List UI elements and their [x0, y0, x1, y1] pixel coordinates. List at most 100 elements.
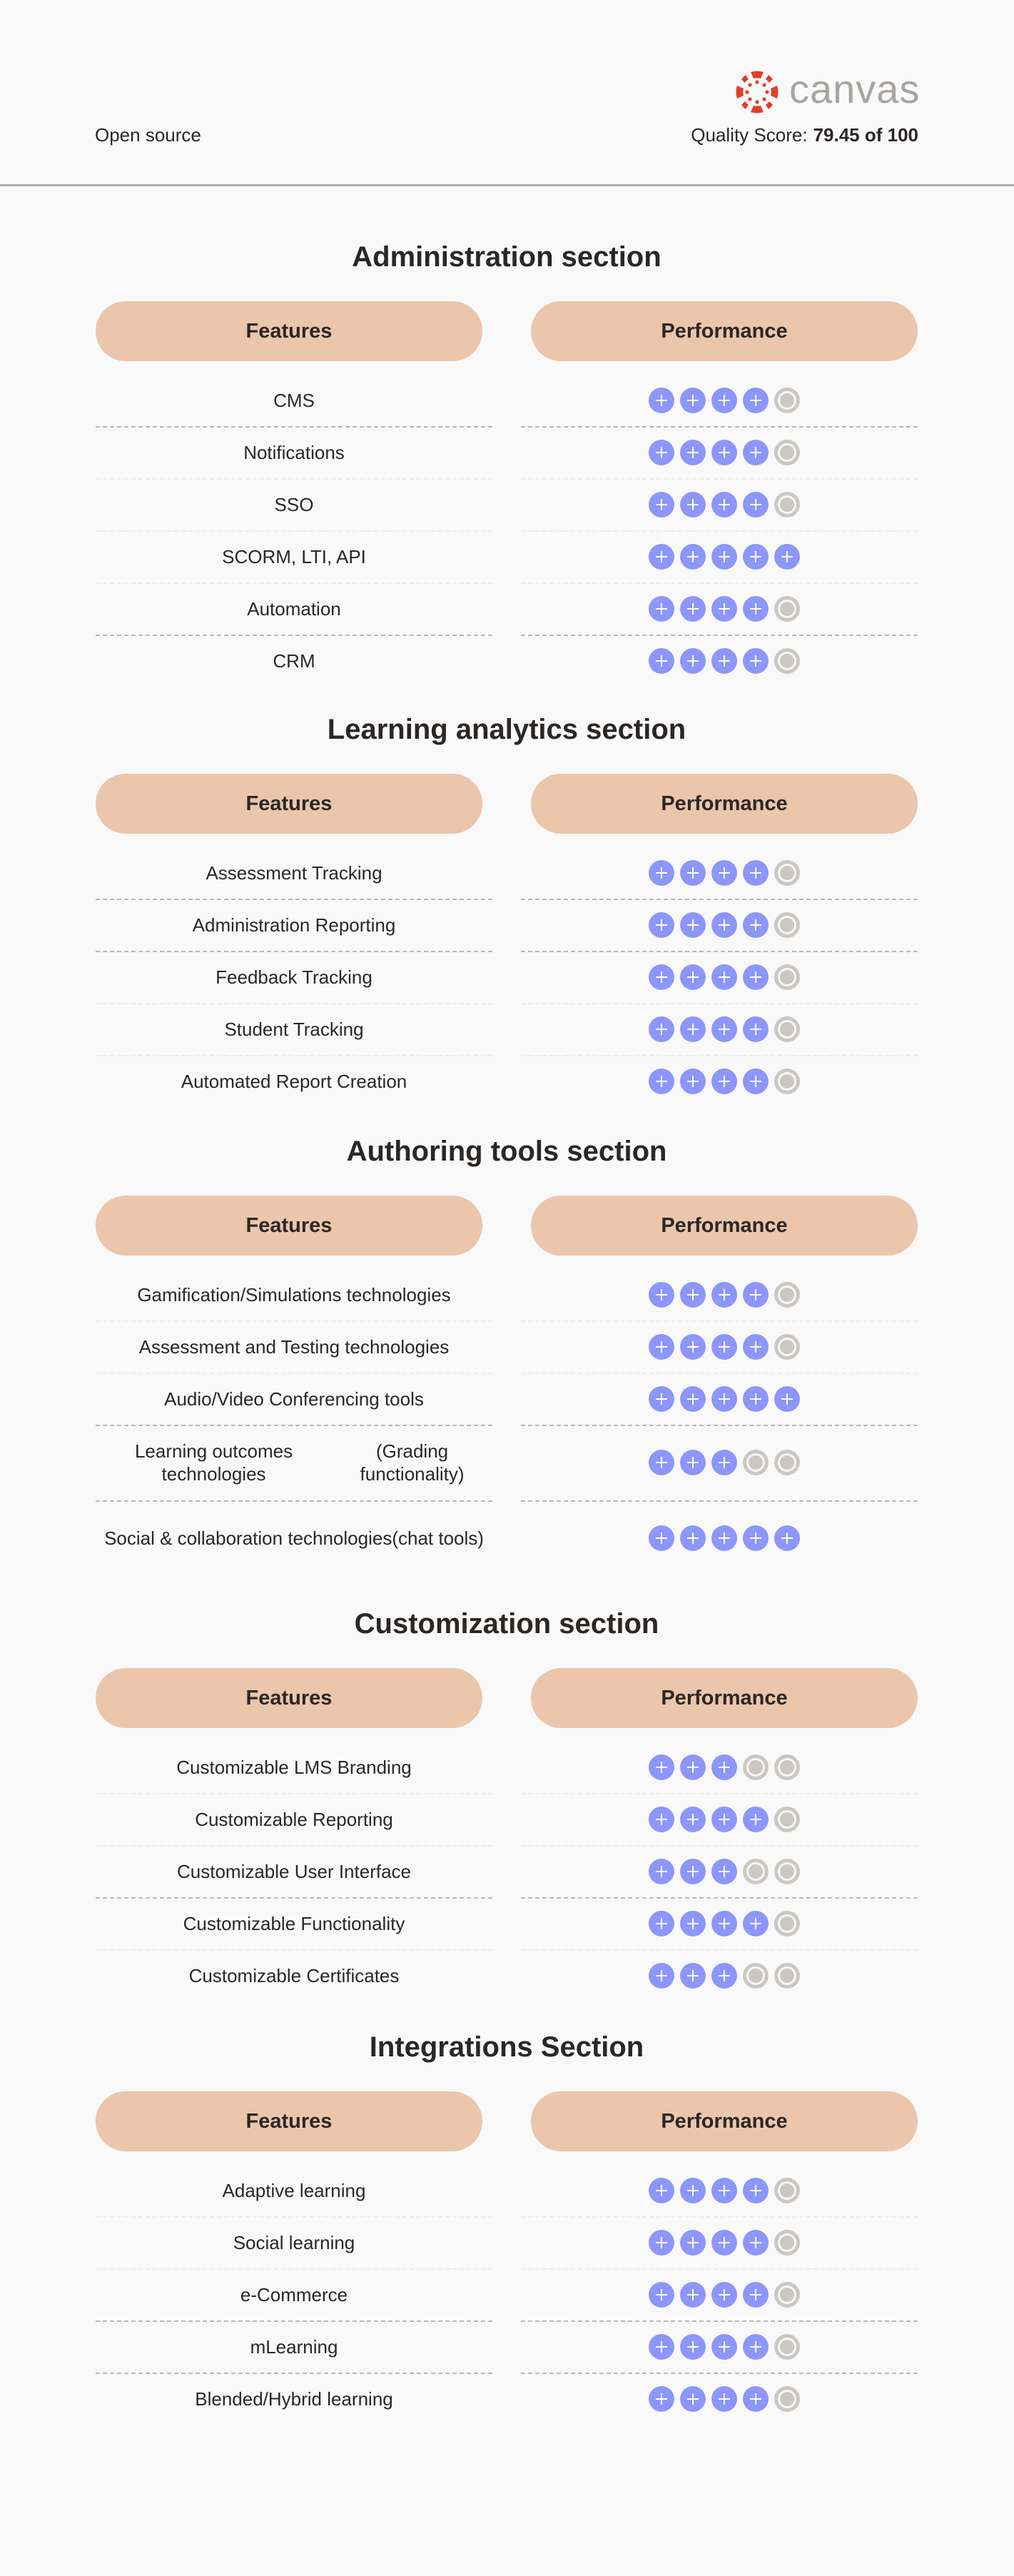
- feature-name: Customizable Certificates: [96, 1949, 492, 2001]
- rating-plus-icon: [711, 2229, 737, 2256]
- rating-plus-icon: [649, 2177, 674, 2203]
- rating-plus-icon: [649, 1525, 674, 1551]
- rating-plus-icon: [680, 1910, 706, 1936]
- rating-plus-icon: [649, 1754, 674, 1780]
- rating-plus-icon: [649, 1385, 674, 1412]
- rating-plus-icon: [649, 1910, 674, 1936]
- license-label: Open source: [95, 124, 201, 146]
- rating-plus-icon: [649, 1016, 674, 1042]
- rating-plus-icon: [743, 1806, 769, 1832]
- performance-rating: [531, 1373, 918, 1425]
- rating-plus-icon: [680, 439, 706, 465]
- performance-rating: [531, 1897, 918, 1949]
- rating-plus-icon: [743, 1385, 769, 1412]
- feature-name-line: (chat tools): [392, 1527, 484, 1549]
- rating-plus-icon: [711, 647, 737, 674]
- table-header: Features Performance: [96, 774, 918, 834]
- rating-plus-icon: [680, 2229, 706, 2256]
- rating-empty-icon: [774, 1806, 800, 1832]
- feature-name: Adaptive learning: [96, 2164, 492, 2216]
- rating-dots: [649, 911, 800, 938]
- rating-plus-icon: [649, 1333, 674, 1360]
- table-header: Features Performance: [96, 1196, 918, 1256]
- performance-rating: [531, 2164, 918, 2216]
- rating-plus-icon: [649, 491, 674, 517]
- feature-name: Administration Reporting: [96, 899, 492, 951]
- feature-name-line: Adaptive learning: [222, 2179, 366, 2201]
- table-row: e-Commerce: [96, 2268, 918, 2322]
- rating-plus-icon: [711, 964, 737, 990]
- rating-plus-icon: [711, 1385, 737, 1412]
- rating-plus-icon: [743, 1525, 769, 1551]
- feature-table: Gamification/Simulations technologies Ass…: [96, 1268, 918, 1576]
- rating-empty-icon: [774, 439, 800, 465]
- feature-name: CRM: [96, 635, 492, 687]
- rating-empty-icon: [774, 1333, 800, 1360]
- rating-empty-icon: [774, 387, 800, 413]
- feature-name-line: Customizable Certificates: [188, 1964, 400, 1986]
- rating-empty-icon: [743, 1858, 769, 1884]
- rating-plus-icon: [743, 859, 769, 886]
- rating-plus-icon: [649, 647, 674, 674]
- rating-plus-icon: [743, 1910, 769, 1936]
- feature-name-line: Learning outcomes technologies: [134, 1440, 293, 1485]
- rating-plus-icon: [649, 387, 674, 413]
- rating-plus-icon: [711, 491, 737, 517]
- rating-dots: [649, 1450, 800, 1475]
- table-row: Administration Reporting: [96, 899, 918, 952]
- rating-plus-icon: [680, 1016, 706, 1042]
- rating-plus-icon: [711, 2177, 737, 2203]
- rating-plus-icon: [743, 439, 769, 465]
- rating-empty-icon: [774, 1910, 800, 1936]
- rating-plus-icon: [649, 2385, 674, 2412]
- rating-plus-icon: [743, 387, 769, 413]
- performance-rating: [531, 1845, 918, 1897]
- header-divider: [0, 184, 1014, 186]
- rating-dots: [649, 387, 800, 413]
- feature-name-line: CMS: [273, 389, 315, 411]
- rating-plus-icon: [649, 439, 674, 465]
- rating-plus-icon: [680, 2177, 706, 2203]
- rating-dots: [649, 1333, 800, 1360]
- performance-rating: [531, 374, 918, 426]
- performance-rating: [531, 1003, 918, 1055]
- brand-name: canvas: [789, 66, 921, 111]
- rating-plus-icon: [743, 2385, 769, 2412]
- rating-plus-icon: [774, 1385, 800, 1412]
- rating-plus-icon: [743, 2281, 769, 2308]
- performance-rating: [531, 1055, 918, 1107]
- feature-name-line: Social learning: [233, 2231, 355, 2253]
- rating-empty-icon: [774, 2229, 800, 2256]
- feature-name: Learning outcomes technologies (Grading f…: [96, 1425, 492, 1500]
- rating-plus-icon: [711, 1068, 737, 1094]
- rating-plus-icon: [711, 1450, 737, 1475]
- table-row: Customizable User Interface: [96, 1845, 918, 1899]
- feature-name-line: (Grading functionality): [360, 1440, 465, 1485]
- feature-name-line: Feedback Tracking: [216, 966, 372, 988]
- feature-section: Customization section Features Performance…: [96, 1602, 918, 2001]
- section-title: Administration section: [352, 241, 661, 273]
- rating-dots: [649, 1281, 800, 1308]
- table-row: Student Tracking: [96, 1003, 918, 1056]
- rating-empty-icon: [774, 964, 800, 990]
- rating-plus-icon: [743, 2229, 769, 2256]
- feature-name-line: Automated Report Creation: [181, 1070, 407, 1092]
- rating-plus-icon: [743, 491, 769, 517]
- rating-dots: [649, 2333, 800, 2360]
- rating-empty-icon: [774, 2281, 800, 2308]
- rating-plus-icon: [680, 859, 706, 886]
- feature-section: Administration section Features Performanc…: [96, 236, 918, 687]
- rating-dots: [649, 1910, 800, 1936]
- rating-plus-icon: [743, 1281, 769, 1308]
- rating-dots: [649, 1068, 800, 1094]
- section-title: Customization section: [354, 1608, 659, 1640]
- quality-score: Quality Score: 79.45 of 100: [691, 124, 918, 146]
- performance-rating: [531, 2320, 918, 2373]
- rating-plus-icon: [680, 911, 706, 938]
- table-row: SCORM, LTI, API: [96, 530, 918, 584]
- rating-plus-icon: [711, 1962, 737, 1989]
- rating-empty-icon: [774, 2177, 800, 2203]
- table-header: Features Performance: [96, 1668, 918, 1728]
- rating-plus-icon: [680, 1962, 706, 1989]
- rating-dots: [649, 1962, 800, 1989]
